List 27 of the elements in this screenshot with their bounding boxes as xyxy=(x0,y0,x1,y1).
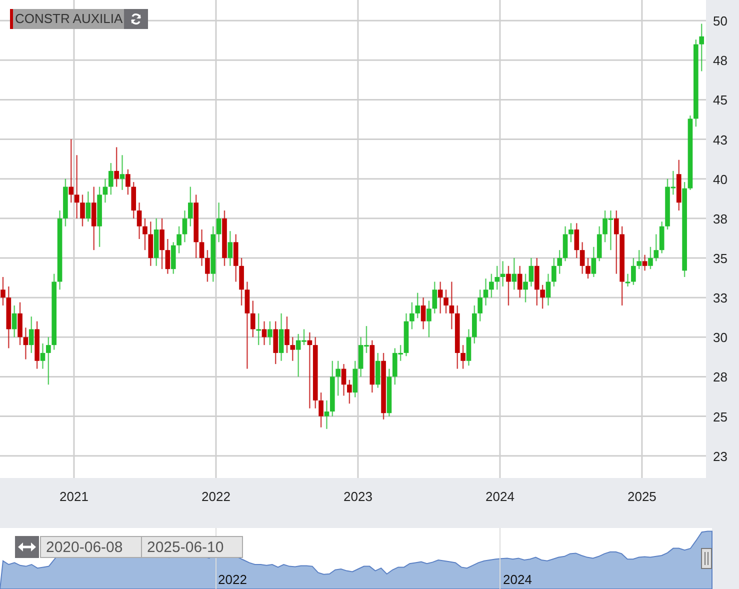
double-arrow-icon xyxy=(18,542,36,552)
refresh-icon xyxy=(130,13,142,25)
y-axis-label: 33 xyxy=(713,290,728,306)
y-axis-label: 48 xyxy=(713,53,728,68)
y-axis-label: 50 xyxy=(713,14,728,29)
x-axis-label: 2025 xyxy=(628,489,656,504)
refresh-button[interactable] xyxy=(124,9,148,29)
instrument-label: CONSTR AUXILIA xyxy=(13,9,124,29)
y-axis-label: 45 xyxy=(713,92,728,108)
range-handle[interactable] xyxy=(701,548,712,569)
navigator-axis-label: 2022 xyxy=(218,572,247,587)
y-axis-label: 35 xyxy=(713,251,728,266)
y-axis-label: 38 xyxy=(713,211,728,226)
y-axis-label: 28 xyxy=(713,370,728,385)
date-field[interactable]: 2025-06-10 xyxy=(141,536,243,558)
navigator-axis-label: 2024 xyxy=(503,572,532,587)
y-axis-label: 43 xyxy=(713,132,728,148)
x-axis-label: 2021 xyxy=(60,489,88,504)
y-axis-label: 23 xyxy=(713,448,728,464)
date-field[interactable]: 2020-06-08 xyxy=(40,536,142,558)
y-axis-label: 30 xyxy=(713,330,728,346)
x-axis-label: 2024 xyxy=(486,489,514,504)
y-axis-label: 25 xyxy=(713,409,728,424)
y-axis-label: 40 xyxy=(713,172,728,187)
x-axis-label: 2023 xyxy=(344,489,372,504)
x-axis-label: 2022 xyxy=(202,489,230,504)
range-toggle-button[interactable] xyxy=(15,536,39,558)
